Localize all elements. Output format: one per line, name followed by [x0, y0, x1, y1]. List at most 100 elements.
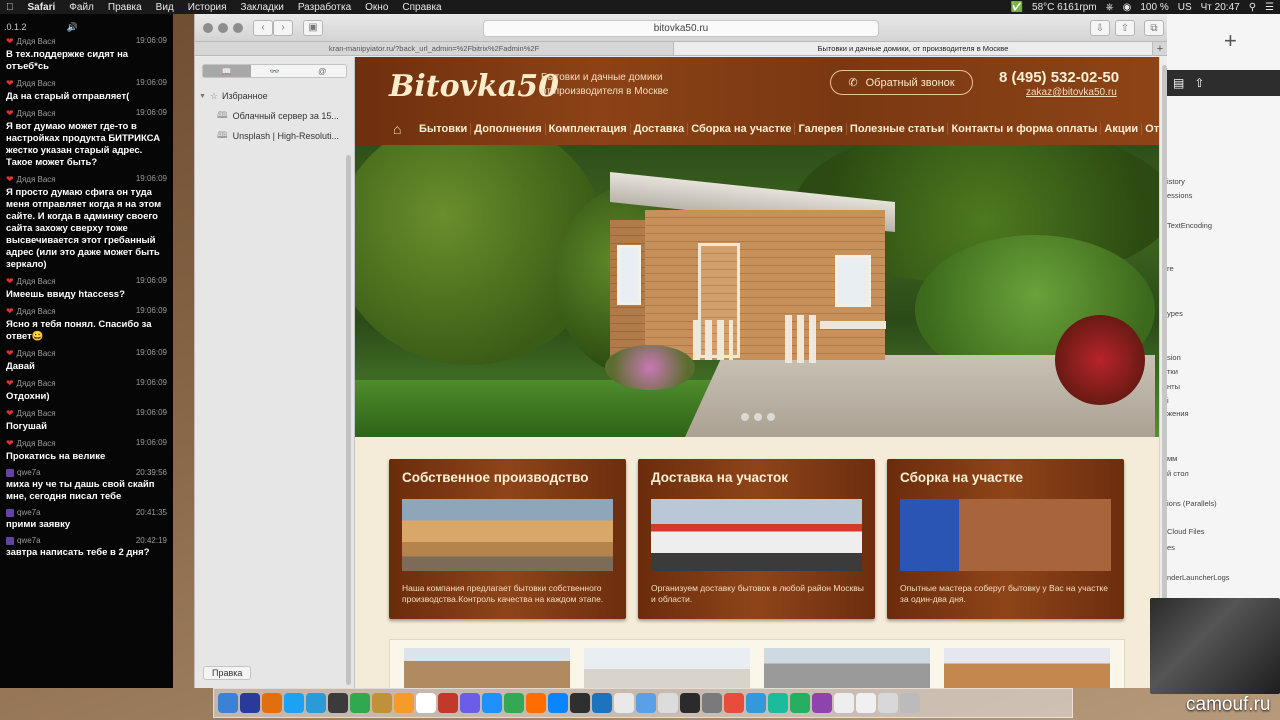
card-assembly[interactable]: Сборка на участке Опытные мастера соберу… [887, 459, 1124, 619]
finder-list-item[interactable]: нты [1167, 382, 1180, 391]
chat-username[interactable]: Дядя Вася [17, 307, 56, 316]
nav-item[interactable]: Полезные статьи [847, 123, 949, 135]
dock-app-icon[interactable] [328, 693, 348, 713]
speaker-icon[interactable]: 🔊 [67, 22, 78, 33]
dock-app-icon[interactable] [262, 693, 282, 713]
dock-app-icon[interactable] [460, 693, 480, 713]
dock-app-icon[interactable] [878, 693, 898, 713]
nav-item[interactable]: Бытовки [416, 123, 472, 135]
dock-app-icon[interactable] [856, 693, 876, 713]
product-thumbnail[interactable] [584, 648, 750, 688]
dock-app-icon[interactable] [284, 693, 304, 713]
product-thumbnail[interactable] [404, 648, 570, 688]
nav-item[interactable]: Дополнения [471, 123, 546, 135]
finder-list-item[interactable]: й стол [1167, 469, 1189, 478]
chat-username[interactable]: Дядя Вася [17, 409, 56, 418]
close-window-icon[interactable] [203, 22, 213, 33]
dock-app-icon[interactable] [570, 693, 590, 713]
dock-app-icon[interactable] [394, 693, 414, 713]
sidebar-scrollbar[interactable] [346, 155, 351, 685]
dock-app-icon[interactable] [702, 693, 722, 713]
clock[interactable]: Чт 20:47 [1201, 2, 1240, 13]
dock-app-icon[interactable] [658, 693, 678, 713]
nav-item[interactable]: Сборка на участке [688, 123, 796, 135]
finder-list-item[interactable]: ypes [1167, 309, 1183, 318]
chat-username[interactable]: qwe7a [17, 468, 41, 477]
slider-dot[interactable] [741, 413, 749, 421]
dock-app-icon[interactable] [724, 693, 744, 713]
bookmark-item[interactable]: 🕮 Облачный сервер за 15... [195, 106, 354, 126]
apple-menu-icon[interactable]:  [6, 2, 14, 13]
zoom-window-icon[interactable] [233, 22, 243, 33]
chat-username[interactable]: Дядя Вася [17, 349, 56, 358]
temperature-readout[interactable]: 58°C 6161rpm [1032, 2, 1097, 13]
nav-item[interactable]: Акции [1101, 123, 1143, 135]
checkmark-status-icon[interactable]: ✅ [1011, 2, 1023, 13]
card-production[interactable]: Собственное производство Наша компания п… [389, 459, 626, 619]
finder-list-item[interactable]: sion [1167, 353, 1181, 362]
dock-app-icon[interactable] [834, 693, 854, 713]
bookmarks-segment-icon[interactable]: 📖 [203, 65, 251, 77]
menu-file[interactable]: Файл [69, 2, 94, 13]
favorites-folder[interactable]: ▼ ☆ Избранное [195, 86, 354, 106]
finder-list-item[interactable]: essions [1167, 191, 1192, 200]
wifi-icon[interactable]: ◉ [1123, 2, 1132, 13]
input-language[interactable]: US [1178, 2, 1192, 13]
nav-item[interactable]: Комплектация [546, 123, 631, 135]
dock-app-icon[interactable] [438, 693, 458, 713]
menu-history[interactable]: История [188, 2, 227, 13]
tabs-overview-icon[interactable]: ⧉ [1144, 20, 1164, 36]
page-scrollbar[interactable] [1159, 57, 1167, 688]
site-phone[interactable]: 8 (495) 532-02-50 [999, 69, 1119, 86]
chat-username[interactable]: qwe7a [17, 508, 41, 517]
card-delivery[interactable]: Доставка на участок Организуем доставку … [638, 459, 875, 619]
dock-app-icon[interactable] [768, 693, 788, 713]
tab-bitovka[interactable]: Бытовки и дачные домики, от производител… [674, 42, 1153, 55]
list-icon[interactable]: ▤ [1173, 76, 1184, 90]
slider-dot[interactable] [754, 413, 762, 421]
dock-app-icon[interactable] [680, 693, 700, 713]
share-icon[interactable]: ⇧ [1115, 20, 1135, 36]
list-menu-icon[interactable]: ☰ [1265, 2, 1274, 13]
hero-slider[interactable] [355, 145, 1159, 437]
dock-app-icon[interactable] [548, 693, 568, 713]
finder-list-item[interactable]: es [1167, 543, 1175, 552]
menu-window[interactable]: Окно [365, 2, 388, 13]
dock-app-icon[interactable] [306, 693, 326, 713]
chat-username[interactable]: Дядя Вася [17, 439, 56, 448]
forward-button[interactable]: › [273, 19, 293, 36]
chat-username[interactable]: Дядя Вася [17, 277, 56, 286]
shared-links-segment-icon[interactable]: @ [298, 65, 346, 77]
site-email[interactable]: zakaz@bitovka50.ru [1026, 87, 1117, 98]
slider-dot[interactable] [767, 413, 775, 421]
menu-view[interactable]: Вид [156, 2, 174, 13]
bookmark-item[interactable]: 🕮 Unsplash | High-Resoluti... [195, 126, 354, 146]
finder-list-item[interactable]: istory [1167, 177, 1185, 186]
dock-app-icon[interactable] [812, 693, 832, 713]
finder-list-item[interactable]: жения [1167, 409, 1189, 418]
product-thumbnail[interactable] [764, 648, 930, 688]
product-thumbnail[interactable] [944, 648, 1110, 688]
chat-username[interactable]: Дядя Вася [17, 37, 56, 46]
finder-list-item[interactable]: re [1167, 264, 1174, 273]
menu-safari[interactable]: Safari [28, 2, 56, 13]
menu-help[interactable]: Справка [402, 2, 441, 13]
menu-bookmarks[interactable]: Закладки [241, 2, 284, 13]
chat-username[interactable]: Дядя Вася [17, 175, 56, 184]
tab-kran-admin[interactable]: kran-manipyiator.ru/?back_url_admin=%2Fb… [195, 42, 674, 55]
address-bar[interactable]: bitovka50.ru [483, 20, 879, 37]
search-icon[interactable]: ⚲ [1249, 2, 1256, 13]
nav-item[interactable]: Контакты и форма оплаты [948, 123, 1102, 135]
finder-list-item[interactable]: i [1167, 396, 1169, 405]
chat-username[interactable]: Дядя Вася [17, 109, 56, 118]
dock-app-icon[interactable] [526, 693, 546, 713]
reading-list-segment-icon[interactable]: 👓 [251, 65, 299, 77]
dock-app-icon[interactable] [240, 693, 260, 713]
finder-list-item[interactable]: Cloud Files [1167, 527, 1205, 536]
disclosure-triangle-icon[interactable]: ▼ [199, 93, 206, 100]
nav-item[interactable]: Отзывы [1142, 123, 1159, 135]
bluetooth-icon[interactable]: ⎈ [1106, 2, 1114, 13]
chat-username[interactable]: Дядя Вася [17, 79, 56, 88]
nav-item[interactable]: Галерея [795, 123, 847, 135]
menu-develop[interactable]: Разработка [298, 2, 351, 13]
